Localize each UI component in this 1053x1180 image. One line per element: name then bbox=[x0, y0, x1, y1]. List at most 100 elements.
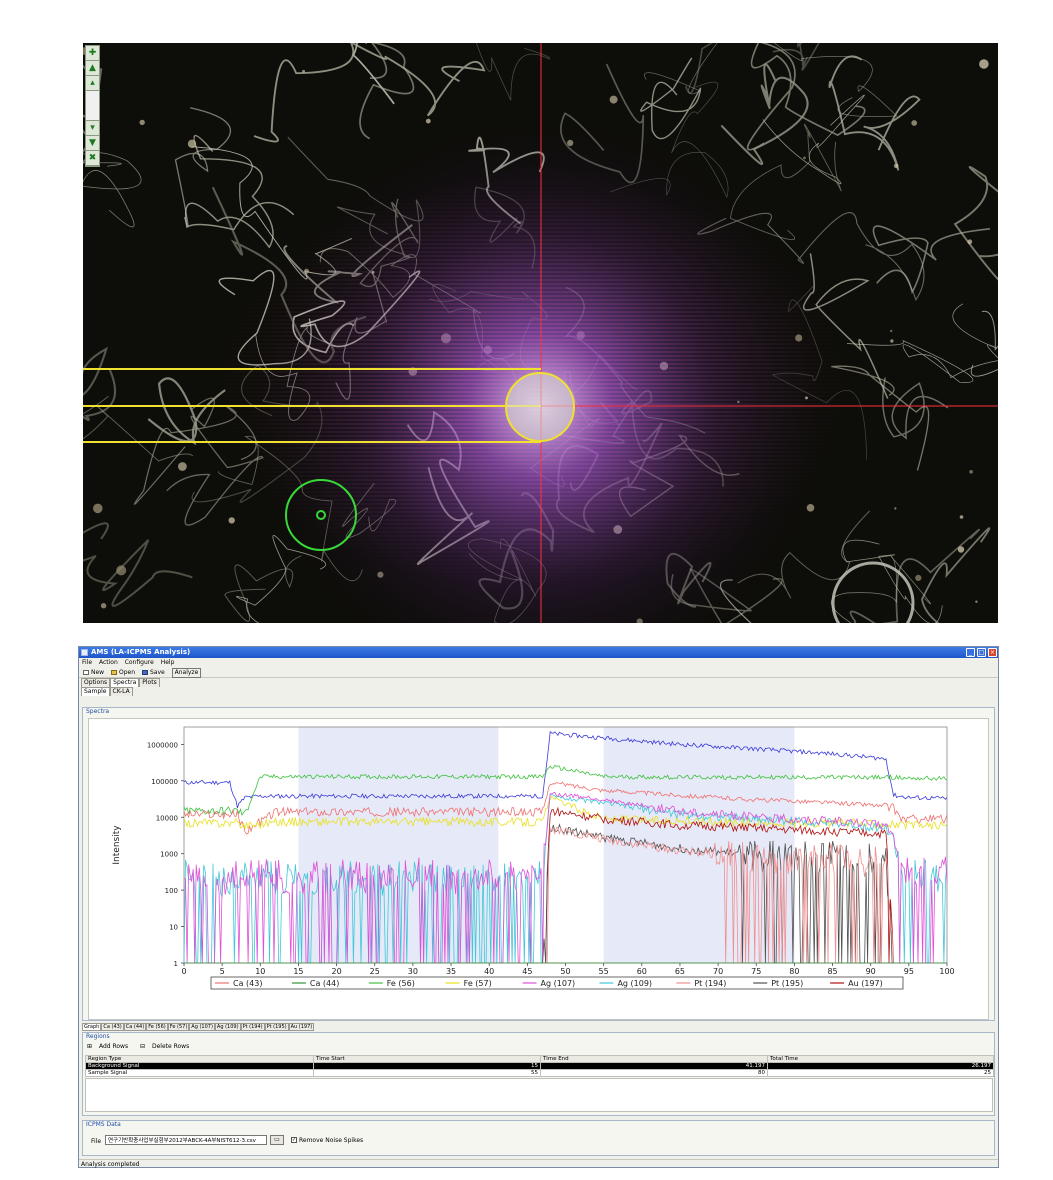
graph-tab-ag-109[interactable]: Ag (109) bbox=[214, 1023, 241, 1031]
total-time-cell[interactable]: 26.197 bbox=[767, 1062, 994, 1070]
graph-tab-ag-107[interactable]: Ag (107) bbox=[189, 1023, 215, 1031]
particle bbox=[890, 339, 894, 343]
region-type-cell[interactable]: Background Signal bbox=[85, 1062, 314, 1070]
particle bbox=[803, 156, 806, 160]
legend-label: Ag (109) bbox=[617, 979, 652, 988]
total-time-cell[interactable]: 25 bbox=[767, 1069, 994, 1077]
x-tick-label: 85 bbox=[827, 967, 837, 976]
graph-tab-pt-195[interactable]: Pt (195) bbox=[264, 1023, 289, 1031]
particle bbox=[187, 139, 197, 148]
legend-label: Au (197) bbox=[848, 979, 883, 988]
move-down-icon[interactable]: ▼ bbox=[86, 136, 99, 151]
particle bbox=[957, 546, 965, 553]
x-tick-label: 100 bbox=[939, 967, 954, 976]
graph-tabs: Graph Ca (43) Ca (44) Fe (56) Fe (57) Ag (107… bbox=[82, 1023, 315, 1031]
x-tick-label: 70 bbox=[713, 967, 723, 976]
column-header-region-type[interactable]: Region Type bbox=[85, 1055, 314, 1063]
up-icon[interactable]: ▴ bbox=[86, 76, 99, 91]
y-tick-label: 100000 bbox=[151, 778, 178, 786]
column-header-time-end[interactable]: Time End bbox=[540, 1055, 768, 1063]
new-button[interactable]: New bbox=[83, 667, 104, 678]
tab-ck-la[interactable]: CK-LA bbox=[109, 687, 133, 696]
y-axis-label: Intensity bbox=[112, 825, 122, 865]
region-type-cell[interactable]: Sample Signal bbox=[85, 1069, 314, 1077]
graph-tab-graph[interactable]: Graph bbox=[82, 1023, 102, 1031]
particle bbox=[302, 69, 306, 73]
tab-spectra[interactable]: Spectra bbox=[110, 678, 140, 687]
x-tick-label: 60 bbox=[637, 967, 647, 976]
menu-configure[interactable]: Configure bbox=[125, 659, 154, 666]
legend-label: Fe (57) bbox=[464, 979, 492, 988]
title-bar[interactable]: AMS (LA-ICPMS Analysis) _ □ × bbox=[79, 647, 998, 658]
legend-label: Ca (44) bbox=[310, 979, 339, 988]
x-tick-label: 15 bbox=[293, 967, 303, 976]
regions-label: Regions bbox=[86, 1033, 110, 1040]
file-path-input[interactable] bbox=[105, 1135, 267, 1145]
file-label: File bbox=[91, 1138, 102, 1145]
particle bbox=[93, 503, 103, 514]
toolbar-gap bbox=[86, 91, 99, 121]
maximize-button[interactable]: □ bbox=[977, 648, 986, 657]
spectra-chart-svg: 0 5 10 15 20 25 30 35 40 45 50 55 60 65 70 75 80 85 90 95 10… bbox=[112, 726, 955, 990]
graph-tab-au-197[interactable]: Au (197) bbox=[288, 1023, 315, 1031]
particle bbox=[959, 515, 964, 519]
new-file-icon bbox=[83, 670, 89, 675]
y-tick-label: 1 bbox=[174, 960, 178, 968]
delete-rows-button[interactable]: ⊟ Delete Rows bbox=[140, 1043, 194, 1050]
close-button[interactable]: × bbox=[988, 648, 997, 657]
time-start-cell[interactable]: 55 bbox=[313, 1069, 541, 1077]
add-rows-button[interactable]: ⊞ Add Rows bbox=[87, 1043, 133, 1050]
table-row[interactable]: Background Signal 15 41.197 26.197 bbox=[85, 1062, 994, 1070]
particle bbox=[915, 574, 922, 582]
remove-noise-checkbox[interactable]: ✓ bbox=[291, 1137, 297, 1143]
laser-camera-view[interactable]: ✚ ▲ ▴ ▾ ▼ ✖ bbox=[83, 43, 998, 623]
particle bbox=[100, 603, 107, 609]
menu-file[interactable]: File bbox=[82, 659, 92, 666]
app-icon bbox=[81, 649, 88, 656]
column-header-total-time[interactable]: Total Time bbox=[767, 1055, 994, 1063]
graph-tab-ca-43[interactable]: Ca (43) bbox=[101, 1023, 124, 1031]
down-icon[interactable]: ▾ bbox=[86, 121, 99, 136]
spectra-chart[interactable]: 0 5 10 15 20 25 30 35 40 45 50 55 60 65 70 75 80 85 90 95 10… bbox=[88, 718, 989, 1020]
icpms-data-panel: ICPMS Data File ▭ ✓ Remove Noise Spikes bbox=[82, 1120, 995, 1156]
add-rows-label: Add Rows bbox=[98, 1043, 129, 1050]
y-tick-label: 10 bbox=[169, 924, 178, 932]
save-icon bbox=[141, 670, 148, 675]
tab-sample[interactable]: Sample bbox=[81, 687, 110, 696]
browse-file-button[interactable]: ▭ bbox=[270, 1135, 284, 1145]
graph-tab-fe-57[interactable]: Fe (57) bbox=[167, 1023, 190, 1031]
legend-label: Pt (195) bbox=[771, 979, 803, 988]
x-tick-label: 80 bbox=[789, 967, 799, 976]
particle bbox=[425, 118, 431, 124]
zoom-in-icon[interactable]: ✚ bbox=[86, 46, 99, 61]
graph-tab-pt-194[interactable]: Pt (194) bbox=[240, 1023, 265, 1031]
time-end-cell[interactable]: 41.197 bbox=[540, 1062, 768, 1070]
y-tick-label: 100 bbox=[165, 887, 178, 895]
menu-action[interactable]: Action bbox=[99, 659, 118, 666]
table-row[interactable]: Sample Signal 55 80 25 bbox=[85, 1069, 994, 1077]
x-tick-label: 75 bbox=[751, 967, 761, 976]
move-up-icon[interactable]: ▲ bbox=[86, 61, 99, 76]
tab-options[interactable]: Options bbox=[81, 678, 111, 687]
analyze-button[interactable]: Analyze bbox=[171, 668, 202, 678]
graph-tab-ca-44[interactable]: Ca (44) bbox=[123, 1023, 147, 1031]
add-rows-icon: ⊞ bbox=[87, 1043, 93, 1050]
x-tick-label: 30 bbox=[408, 967, 418, 976]
zoom-out-icon[interactable]: ✖ bbox=[86, 151, 99, 166]
y-tick-label: 1000 bbox=[160, 851, 178, 859]
time-start-cell[interactable]: 15 bbox=[313, 1062, 541, 1070]
particle bbox=[969, 470, 973, 474]
toolbar: New Open Save Analyze bbox=[79, 667, 998, 678]
camera-image[interactable] bbox=[83, 43, 998, 623]
minimize-button[interactable]: _ bbox=[966, 648, 975, 657]
camera-toolbar: ✚ ▲ ▴ ▾ ▼ ✖ bbox=[85, 45, 100, 167]
tab-plots[interactable]: Plots bbox=[139, 678, 160, 687]
save-button[interactable]: Save bbox=[141, 667, 165, 678]
particle bbox=[609, 95, 618, 104]
y-tick-label: 10000 bbox=[156, 814, 178, 822]
graph-tab-fe-56[interactable]: Fe (56) bbox=[146, 1023, 168, 1031]
time-end-cell[interactable]: 80 bbox=[540, 1069, 768, 1077]
menu-help[interactable]: Help bbox=[161, 659, 175, 666]
column-header-time-start[interactable]: Time Start bbox=[313, 1055, 541, 1063]
open-button[interactable]: Open bbox=[111, 667, 135, 678]
